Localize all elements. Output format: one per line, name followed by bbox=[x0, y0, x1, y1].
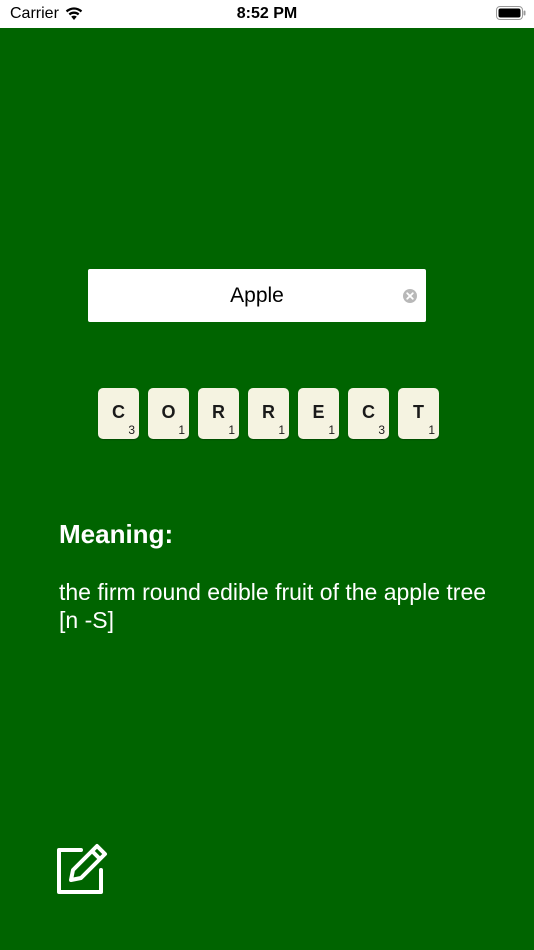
tile-letter: E bbox=[312, 402, 325, 422]
tile-letter: R bbox=[212, 402, 225, 422]
meaning-text: the firm round edible fruit of the apple… bbox=[59, 579, 487, 633]
clear-icon[interactable] bbox=[402, 288, 418, 304]
tile-letter: R bbox=[262, 402, 275, 422]
letter-tile: R 1 bbox=[198, 388, 239, 439]
tile-letter: C bbox=[112, 402, 125, 422]
letter-tile: C 3 bbox=[348, 388, 389, 439]
edit-icon[interactable] bbox=[54, 843, 108, 897]
meaning-heading: Meaning: bbox=[59, 519, 174, 549]
main-area: C 3 O 1 R 1 R 1 E 1 C 3 T 1 Meaning: the… bbox=[0, 28, 534, 950]
tile-score: 3 bbox=[378, 423, 385, 437]
tile-letter: O bbox=[161, 402, 176, 422]
tile-score: 3 bbox=[128, 423, 135, 437]
tile-score: 1 bbox=[328, 423, 335, 437]
search-input[interactable] bbox=[88, 269, 426, 322]
status-bar: Carrier 8:52 PM bbox=[0, 0, 534, 28]
tile-letter: C bbox=[362, 402, 375, 422]
tile-score: 1 bbox=[278, 423, 285, 437]
letter-tile: O 1 bbox=[148, 388, 189, 439]
letter-tile: R 1 bbox=[248, 388, 289, 439]
result-tiles: C 3 O 1 R 1 R 1 E 1 C 3 T 1 bbox=[98, 388, 439, 439]
search-box bbox=[88, 269, 426, 322]
battery-icon bbox=[496, 6, 526, 20]
tile-score: 1 bbox=[178, 423, 185, 437]
status-time: 8:52 PM bbox=[236, 5, 298, 22]
letter-tile: T 1 bbox=[398, 388, 439, 439]
tile-score: 1 bbox=[228, 423, 235, 437]
tile-letter: T bbox=[413, 402, 424, 422]
tile-score: 1 bbox=[428, 423, 435, 437]
letter-tile: C 3 bbox=[98, 388, 139, 439]
letter-tile: E 1 bbox=[298, 388, 339, 439]
